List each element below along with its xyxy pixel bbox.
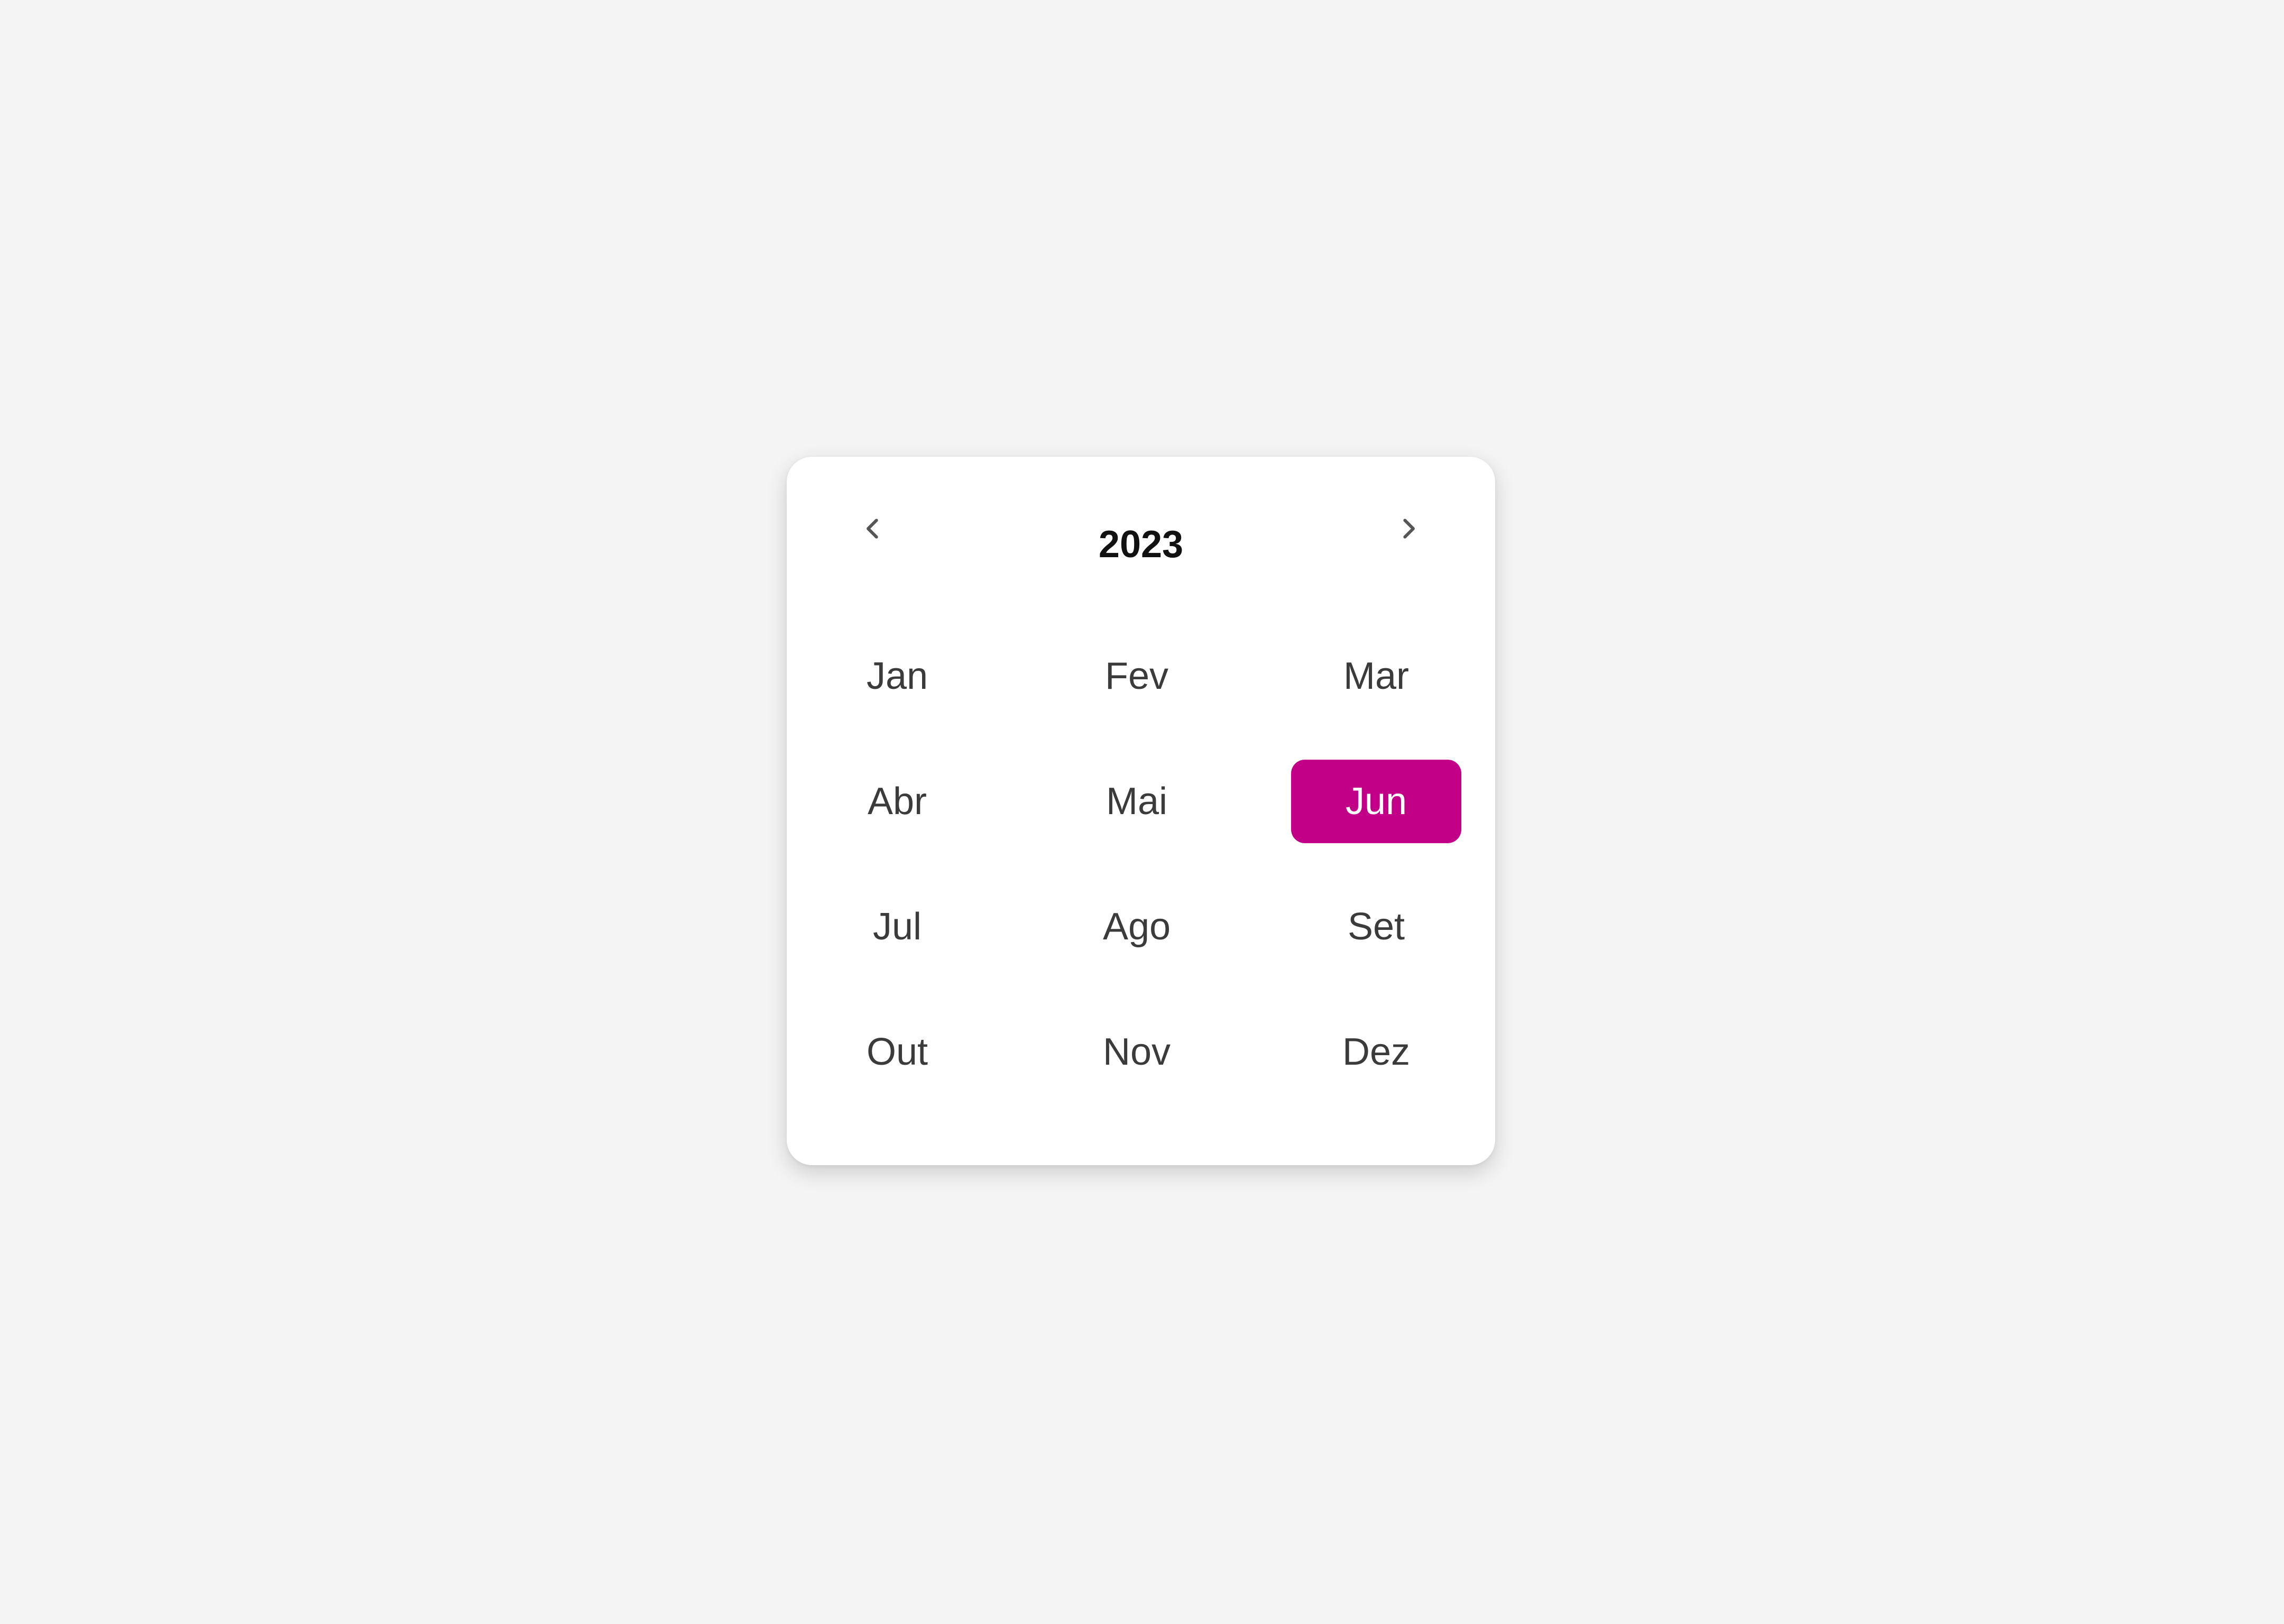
month-set[interactable]: Set [1291, 885, 1461, 968]
month-ago[interactable]: Ago [1052, 885, 1222, 968]
month-out[interactable]: Out [812, 1010, 982, 1094]
month-jan[interactable]: Jan [812, 634, 982, 718]
year-label: 2023 [1098, 523, 1184, 566]
month-fev[interactable]: Fev [1052, 634, 1222, 718]
month-dez[interactable]: Dez [1291, 1010, 1461, 1094]
chevron-right-icon [1403, 519, 1415, 539]
month-nov[interactable]: Nov [1052, 1010, 1222, 1094]
month-mar[interactable]: Mar [1291, 634, 1461, 718]
month-abr[interactable]: Abr [812, 760, 982, 843]
chevron-left-icon [867, 519, 878, 539]
month-jun[interactable]: Jun [1291, 760, 1461, 843]
month-mai[interactable]: Mai [1052, 760, 1222, 843]
next-year-button[interactable] [1377, 497, 1440, 560]
previous-year-button[interactable] [841, 497, 905, 560]
month-jul[interactable]: Jul [812, 885, 982, 968]
